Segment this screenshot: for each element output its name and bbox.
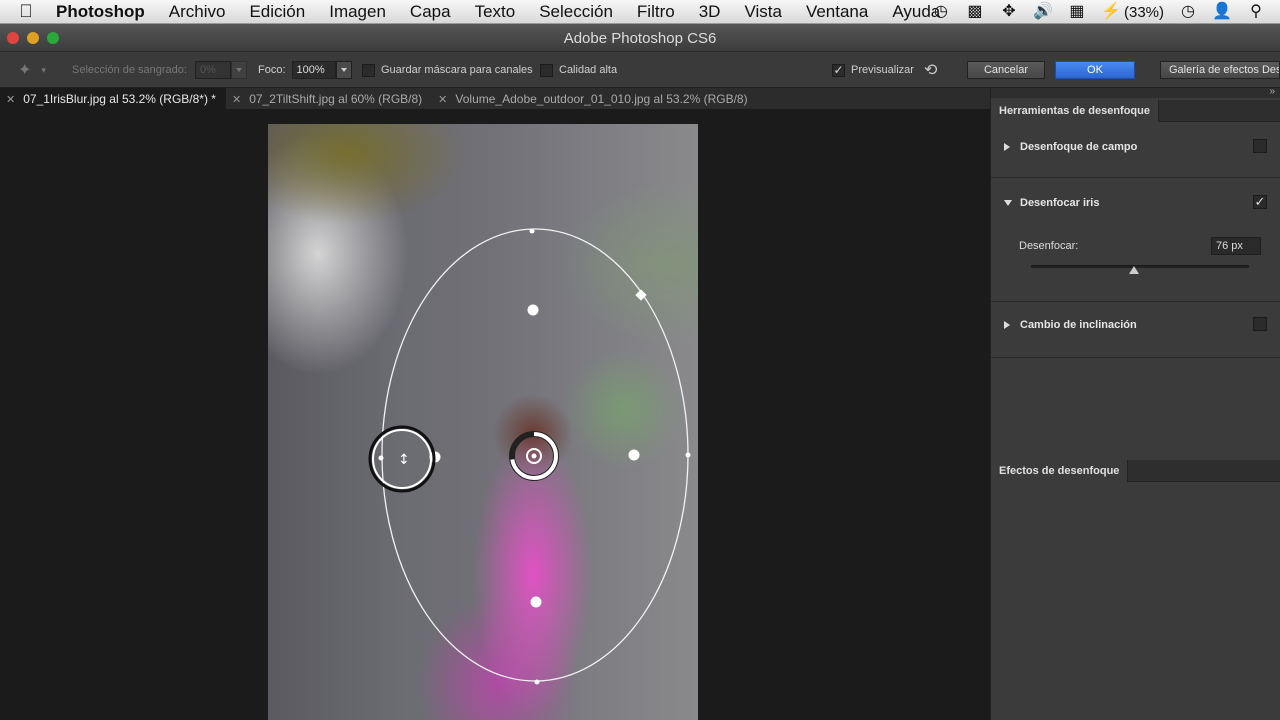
- collapse-triangle-icon[interactable]: [1004, 200, 1012, 206]
- bleed-dropdown-button: [230, 61, 247, 79]
- feather-handle-top[interactable]: [527, 304, 539, 316]
- volume-icon[interactable]: 🔊: [1033, 3, 1053, 21]
- bleed-label: Selección de sangrado:: [72, 64, 187, 76]
- menu-seleccion[interactable]: Selección: [527, 2, 625, 22]
- tab-volume-outdoor[interactable]: ✕ Volume_Adobe_outdoor_01_010.jpg al 53.…: [432, 88, 757, 110]
- save-mask-option[interactable]: Guardar máscara para canales: [362, 52, 533, 88]
- blur-tools-panel-header: Herramientas de desenfoque: [991, 100, 1280, 122]
- high-quality-label: Calidad alta: [559, 64, 618, 76]
- tab-label: Volume_Adobe_outdoor_01_010.jpg al 53.2%…: [455, 92, 748, 106]
- tab-iris-blur[interactable]: ✕ 07_1IrisBlur.jpg al 53.2% (RGB/8*) *: [0, 88, 226, 110]
- panel-dock: » Herramientas de desenfoque Desenfoque …: [990, 86, 1280, 720]
- iris-blur-checkbox[interactable]: ✓: [1253, 195, 1267, 209]
- close-tab-icon[interactable]: ✕: [438, 93, 447, 106]
- feather-handle-bottom[interactable]: [530, 596, 542, 608]
- apple-icon[interactable]: : [0, 1, 52, 22]
- iris-blur-label: Desenfocar iris: [1020, 197, 1100, 209]
- cancel-button[interactable]: Cancelar: [967, 61, 1045, 79]
- save-mask-label: Guardar máscara para canales: [381, 64, 533, 76]
- blur-amount-label: Desenfocar:: [1019, 240, 1079, 252]
- ok-wrap: OK: [1055, 52, 1135, 88]
- preview-option[interactable]: ✓ Previsualizar ⟲: [832, 52, 937, 88]
- save-mask-checkbox[interactable]: [362, 63, 375, 77]
- keyboard-icon[interactable]: ▦: [1067, 3, 1087, 21]
- tilt-shift-section[interactable]: Cambio de inclinación: [991, 302, 1280, 358]
- menu-filtro[interactable]: Filtro: [625, 2, 687, 22]
- menu-archivo[interactable]: Archivo: [157, 2, 238, 22]
- menu-bar:  Photoshop Archivo Edición Imagen Capa …: [0, 0, 1280, 24]
- pin-tool-icon[interactable]: ✦ ▾: [18, 52, 58, 88]
- close-tab-icon[interactable]: ✕: [6, 93, 15, 106]
- menu-app-name[interactable]: Photoshop: [52, 2, 157, 22]
- menu-capa[interactable]: Capa: [398, 2, 463, 22]
- blur-effects-tab[interactable]: Efectos de desenfoque: [991, 460, 1129, 482]
- blur-slider-track[interactable]: [1031, 265, 1249, 268]
- reset-pins-icon[interactable]: ⟲: [924, 60, 937, 80]
- menu-texto[interactable]: Texto: [463, 2, 528, 22]
- tab-label: 07_2TiltShift.jpg al 60% (RGB/8): [249, 92, 423, 106]
- search-icon[interactable]: ⚲: [1246, 3, 1266, 21]
- high-quality-checkbox[interactable]: [540, 63, 553, 77]
- bleed-group: Selección de sangrado: 0%: [72, 52, 247, 88]
- expand-triangle-icon[interactable]: [1004, 321, 1010, 329]
- battery-percent: (33%): [1123, 3, 1164, 21]
- menu-edicion[interactable]: Edición: [237, 2, 317, 22]
- focus-group: Foco: 100%: [258, 52, 352, 88]
- display-icon[interactable]: ▩: [965, 3, 985, 21]
- collapse-dock-icon[interactable]: »: [1269, 86, 1275, 97]
- dock-header: »: [991, 86, 1280, 98]
- iris-blur-overlay[interactable]: ↕: [0, 110, 990, 720]
- blur-gallery-button[interactable]: Galería de efectos Des: [1160, 61, 1280, 79]
- photoshop-window:  Photoshop Archivo Edición Imagen Capa …: [0, 0, 1280, 720]
- tilt-shift-label: Cambio de inclinación: [1020, 319, 1137, 331]
- ellipse-handle-right[interactable]: [685, 452, 691, 458]
- battery-indicator[interactable]: ⚡ (33%): [1101, 3, 1164, 21]
- window-title: Adobe Photoshop CS6: [563, 30, 717, 47]
- menu-vista[interactable]: Vista: [732, 2, 794, 22]
- tilt-shift-checkbox[interactable]: [1253, 317, 1267, 331]
- field-blur-section[interactable]: Desenfoque de campo: [991, 122, 1280, 178]
- close-tab-icon[interactable]: ✕: [232, 93, 241, 106]
- field-blur-checkbox[interactable]: [1253, 139, 1267, 153]
- blur-amount-input[interactable]: 76 px: [1211, 237, 1261, 255]
- feather-handle-right[interactable]: [628, 449, 640, 461]
- expand-triangle-icon[interactable]: [1004, 143, 1010, 151]
- field-blur-label: Desenfoque de campo: [1020, 141, 1138, 153]
- document-tab-bar: ✕ 07_1IrisBlur.jpg al 53.2% (RGB/8*) * ✕…: [0, 88, 990, 110]
- tab-label: 07_1IrisBlur.jpg al 53.2% (RGB/8*) *: [23, 92, 216, 106]
- blur-tools-panel-empty: [991, 358, 1280, 458]
- focus-dropdown-button[interactable]: [335, 61, 352, 79]
- high-quality-option[interactable]: Calidad alta: [540, 52, 617, 88]
- tab-tilt-shift[interactable]: ✕ 07_2TiltShift.jpg al 60% (RGB/8): [226, 88, 432, 110]
- move-icon[interactable]: ✥: [999, 3, 1019, 21]
- ellipse-handle-left[interactable]: [378, 455, 384, 461]
- center-pin-dot: [531, 453, 537, 459]
- bleed-input: 0%: [194, 61, 231, 79]
- blur-tools-tab[interactable]: Herramientas de desenfoque: [991, 100, 1159, 122]
- move-cursor-icon: ↕: [398, 452, 410, 468]
- blur-effects-panel-header: Efectos de desenfoque: [991, 460, 1280, 482]
- focus-label: Foco:: [258, 64, 286, 76]
- time-machine-icon[interactable]: ◷: [931, 3, 951, 21]
- ellipse-handle-bottom[interactable]: [534, 679, 540, 685]
- clock-icon[interactable]: ◷: [1178, 3, 1198, 21]
- user-icon[interactable]: 👤: [1212, 3, 1232, 21]
- ok-button[interactable]: OK: [1055, 61, 1135, 79]
- focus-input[interactable]: 100%: [291, 61, 336, 79]
- menu-3d[interactable]: 3D: [687, 2, 733, 22]
- title-bar: Adobe Photoshop CS6: [0, 24, 1280, 52]
- preview-label: Previsualizar: [851, 64, 914, 76]
- canvas-area[interactable]: ↕: [0, 110, 990, 720]
- cancel-wrap: Cancelar: [967, 52, 1045, 88]
- ellipse-handle-top[interactable]: [529, 228, 535, 234]
- blur-slider-thumb[interactable]: [1129, 266, 1139, 274]
- preview-checkbox[interactable]: ✓: [832, 63, 845, 77]
- menu-imagen[interactable]: Imagen: [317, 2, 398, 22]
- menu-ventana[interactable]: Ventana: [794, 2, 880, 22]
- gallery-wrap: Galería de efectos Des: [1160, 52, 1280, 88]
- options-bar: ✦ ▾ Selección de sangrado: 0% Foco: 100%…: [0, 52, 1280, 88]
- battery-icon: ⚡: [1101, 3, 1121, 20]
- blur-effects-panel-body: [991, 482, 1280, 720]
- status-area: ◷ ▩ ✥ 🔊 ▦ ⚡ (33%) ◷ 👤 ⚲: [931, 0, 1280, 24]
